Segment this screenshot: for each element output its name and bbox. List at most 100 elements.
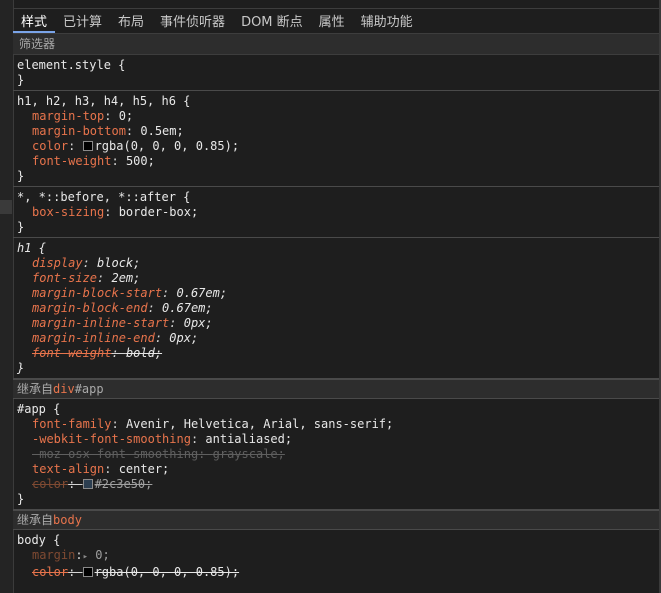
property-name[interactable]: -webkit-font-smoothing xyxy=(32,432,191,446)
declaration-invalid[interactable]: -moz-osx-font-smoothing: grayscale; xyxy=(17,447,655,462)
property-value: 0.67em; xyxy=(176,286,228,300)
inherited-element-link[interactable]: body xyxy=(53,513,82,527)
panel-top-border xyxy=(13,0,659,9)
property-value[interactable]: grayscale; xyxy=(213,447,285,461)
property-value: 0.67em; xyxy=(162,301,213,315)
declaration: display: block; xyxy=(17,256,655,271)
inherited-from-header: 继承自div#app xyxy=(13,379,659,399)
declaration: margin-inline-start: 0px; xyxy=(17,316,655,331)
declaration[interactable]: color: rgba(0, 0, 0, 0.85); xyxy=(17,139,655,154)
rule-close-brace: } xyxy=(17,73,25,87)
declaration-overridden[interactable]: color: rgba(0, 0, 0, 0.85); xyxy=(17,565,655,580)
declaration[interactable]: font-family: Avenir, Helvetica, Arial, s… xyxy=(17,417,655,432)
colon: : xyxy=(169,316,184,330)
inherited-element-id[interactable]: #app xyxy=(75,382,104,396)
property-name: font-weight xyxy=(32,346,112,360)
property-value[interactable]: border-box; xyxy=(119,205,198,219)
rule-element-style: element.style { } xyxy=(13,55,659,91)
declaration-overridden[interactable]: color: #2c3e50; xyxy=(17,477,655,492)
colon: : xyxy=(97,271,112,285)
styles-panel: 样式 已计算 布局 事件侦听器 DOM 断点 属性 辅助功能 筛选器 eleme… xyxy=(13,0,659,593)
property-name[interactable]: text-align xyxy=(32,462,104,476)
property-value[interactable]: rgba(0, 0, 0, 0.85); xyxy=(95,139,240,153)
property-value[interactable]: 0; xyxy=(95,548,109,562)
colon: : xyxy=(75,548,83,562)
color-swatch[interactable] xyxy=(82,567,93,577)
colon: : xyxy=(111,346,126,360)
property-value: bold; xyxy=(125,346,163,360)
declaration: margin-inline-end: 0px; xyxy=(17,331,655,346)
rule-app: #app { font-family: Avenir, Helvetica, A… xyxy=(13,399,659,510)
rule-selector[interactable]: h1, h2, h3, h4, h5, h6 { xyxy=(17,94,655,109)
colon: : xyxy=(104,205,119,219)
declaration[interactable]: font-weight: 500; xyxy=(17,154,655,169)
property-name[interactable]: margin-top xyxy=(32,109,104,123)
property-value[interactable]: rgba(0, 0, 0, 0.85); xyxy=(95,565,240,579)
gutter-marker xyxy=(0,200,12,214)
property-name[interactable]: -moz-osx-font-smoothing xyxy=(32,447,198,461)
rule-close-brace: } xyxy=(17,169,25,183)
property-name[interactable]: margin xyxy=(32,548,75,562)
property-name[interactable]: margin-bottom xyxy=(32,124,126,138)
property-name: display xyxy=(32,256,83,270)
tab-event-listeners[interactable]: 事件侦听器 xyxy=(152,11,233,33)
colon: : xyxy=(104,462,119,476)
tab-properties[interactable]: 属性 xyxy=(311,11,353,33)
rule-selector[interactable]: #app { xyxy=(17,402,655,417)
rule-h1-user-agent: h1 { display: block; font-size: 2em; mar… xyxy=(13,238,659,379)
declaration-not-inherited[interactable]: margin:▸ 0; xyxy=(17,548,655,565)
inherited-label: 继承自 xyxy=(17,513,54,527)
color-swatch[interactable] xyxy=(82,141,93,151)
devtools-tabs: 样式 已计算 布局 事件侦听器 DOM 断点 属性 辅助功能 xyxy=(13,9,659,34)
tab-layout[interactable]: 布局 xyxy=(110,11,152,33)
colon: : xyxy=(104,109,119,123)
colon: : xyxy=(147,301,163,315)
property-value: 0px; xyxy=(183,316,213,330)
declaration[interactable]: margin-bottom: 0.5em; xyxy=(17,124,655,139)
property-name[interactable]: color xyxy=(32,565,68,579)
property-value[interactable]: center; xyxy=(119,462,170,476)
color-swatch[interactable] xyxy=(82,479,93,489)
rule-universal: *, *::before, *::after { box-sizing: bor… xyxy=(13,187,659,238)
colon: : xyxy=(68,139,83,153)
property-name: font-size xyxy=(32,271,98,285)
colon: : xyxy=(190,432,206,446)
rule-close-brace: } xyxy=(17,220,25,234)
property-name[interactable]: font-family xyxy=(32,417,111,431)
inherited-element-link[interactable]: div xyxy=(53,382,75,396)
property-value[interactable]: antialiased; xyxy=(205,432,292,446)
property-name[interactable]: color xyxy=(32,139,68,153)
rule-selector[interactable]: *, *::before, *::after { xyxy=(17,190,655,205)
property-name: margin-inline-start xyxy=(32,316,170,330)
property-name: margin-inline-end xyxy=(32,331,155,345)
property-value[interactable]: 500; xyxy=(126,154,155,168)
declaration: font-size: 2em; xyxy=(17,271,655,286)
property-name[interactable]: font-weight xyxy=(32,154,111,168)
declaration[interactable]: text-align: center; xyxy=(17,462,655,477)
rule-selector[interactable]: element.style { xyxy=(17,58,655,73)
property-value: 0px; xyxy=(169,331,199,345)
tab-accessibility[interactable]: 辅助功能 xyxy=(353,11,421,33)
tab-styles[interactable]: 样式 xyxy=(13,11,56,33)
property-value[interactable]: #2c3e50; xyxy=(95,477,153,491)
colon: : xyxy=(68,565,83,579)
declaration: margin-block-end: 0.67em; xyxy=(17,301,655,316)
tab-computed[interactable]: 已计算 xyxy=(55,11,110,33)
declaration[interactable]: margin-top: 0; xyxy=(17,109,655,124)
rule-selector[interactable]: body { xyxy=(17,533,655,548)
declaration[interactable]: -webkit-font-smoothing: antialiased; xyxy=(17,432,655,447)
property-value[interactable]: 0; xyxy=(119,109,133,123)
property-name[interactable]: color xyxy=(32,477,68,491)
filter-input[interactable]: 筛选器 xyxy=(13,34,659,55)
rule-body: body { margin:▸ 0; color: rgba(0, 0, 0, … xyxy=(13,530,659,582)
tab-dom-breakpoints[interactable]: DOM 断点 xyxy=(233,11,311,33)
left-gutter xyxy=(0,0,14,593)
declaration[interactable]: box-sizing: border-box; xyxy=(17,205,655,220)
rule-selector: h1 { xyxy=(17,241,46,255)
property-value[interactable]: 0.5em; xyxy=(140,124,183,138)
colon: : xyxy=(198,447,213,461)
property-name[interactable]: box-sizing xyxy=(32,205,104,219)
colon: : xyxy=(82,256,98,270)
colon: : xyxy=(68,477,83,491)
property-value[interactable]: Avenir, Helvetica, Arial, sans-serif; xyxy=(126,417,393,431)
